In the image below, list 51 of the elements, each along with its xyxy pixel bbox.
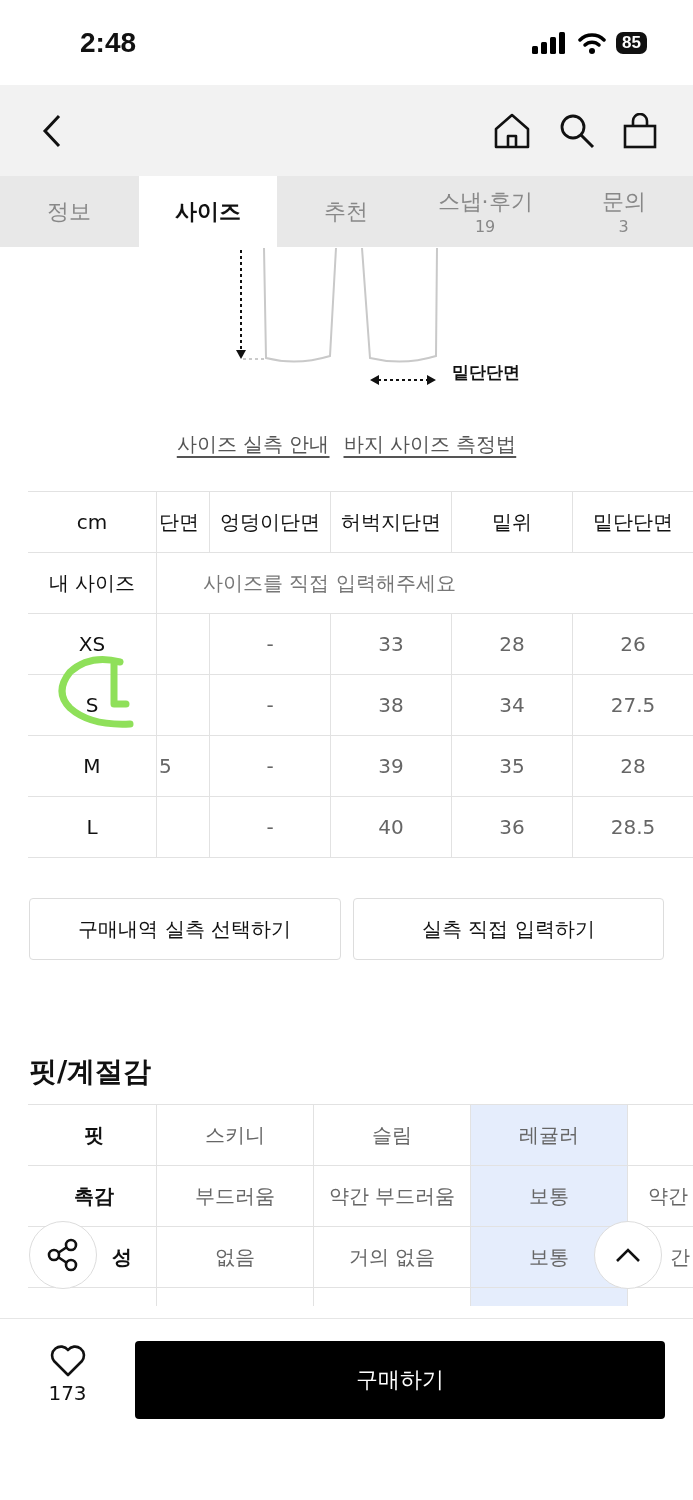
column-header: 허벅지단면: [330, 492, 451, 552]
column-header: 밑위: [451, 492, 572, 552]
size-input-field[interactable]: 사이즈를 직접 입력해주세요: [157, 553, 693, 613]
fit-cell: 부드러움: [156, 1166, 314, 1226]
row-label: 촉감: [74, 1182, 115, 1210]
table-cell: -: [266, 632, 274, 656]
table-cell: -: [266, 693, 274, 717]
home-icon[interactable]: [493, 111, 531, 150]
status-time: 2:48: [80, 26, 137, 59]
row-label: 핏: [84, 1121, 105, 1149]
fit-cell: 보통: [470, 1166, 628, 1226]
table-cell: 38: [378, 693, 404, 717]
size-action-button[interactable]: 구매내역 실측 선택하기: [29, 898, 341, 960]
row-label: 성: [112, 1243, 133, 1271]
column-header: 단면: [158, 508, 200, 536]
tab[interactable]: 사이즈: [138, 176, 278, 247]
table-cell: 34: [499, 693, 525, 717]
shopping-bag-icon[interactable]: [623, 112, 657, 149]
guide-link[interactable]: 바지 사이즈 측정법: [343, 431, 517, 459]
battery-icon: 85: [616, 31, 647, 54]
fit-cell: 약간: [648, 1182, 689, 1210]
diagram-label: 밑단단면: [452, 361, 520, 384]
heart-icon[interactable]: [49, 1345, 86, 1377]
like-count: 173: [48, 1381, 87, 1405]
guide-link[interactable]: 사이즈 실측 안내: [176, 431, 330, 459]
table-cell: 5: [159, 754, 172, 778]
table-cell: 27.5: [610, 693, 656, 717]
table-cell: 39: [378, 754, 404, 778]
buy-button[interactable]: 구매하기: [135, 1341, 665, 1419]
table-cell: 28.5: [610, 815, 656, 839]
table-cell: 40: [378, 815, 404, 839]
table-cell: -: [266, 815, 274, 839]
column-header: 엉덩이단면: [209, 492, 330, 552]
table-cell: 26: [620, 632, 646, 656]
table-cell: 28: [499, 632, 525, 656]
size-action-button[interactable]: 실측 직접 입력하기: [352, 898, 664, 960]
caret-up-icon: [614, 1246, 642, 1264]
table-cell: 36: [499, 815, 525, 839]
search-icon[interactable]: [559, 112, 595, 149]
fit-cell: 간: [670, 1243, 691, 1271]
column-header: 밑단단면: [572, 492, 693, 552]
back-icon[interactable]: [42, 113, 62, 148]
fit-cell: 없음: [156, 1227, 314, 1287]
table-cell: 28: [620, 754, 646, 778]
table-cell: 33: [378, 632, 404, 656]
section-title: 핏/계절감: [29, 1054, 153, 1090]
fit-cell: 스키니: [156, 1105, 314, 1165]
table-cell: 35: [499, 754, 525, 778]
fit-cell: 레귤러: [470, 1105, 628, 1165]
table-cell: -: [266, 754, 274, 778]
wifi-icon: [578, 31, 607, 54]
